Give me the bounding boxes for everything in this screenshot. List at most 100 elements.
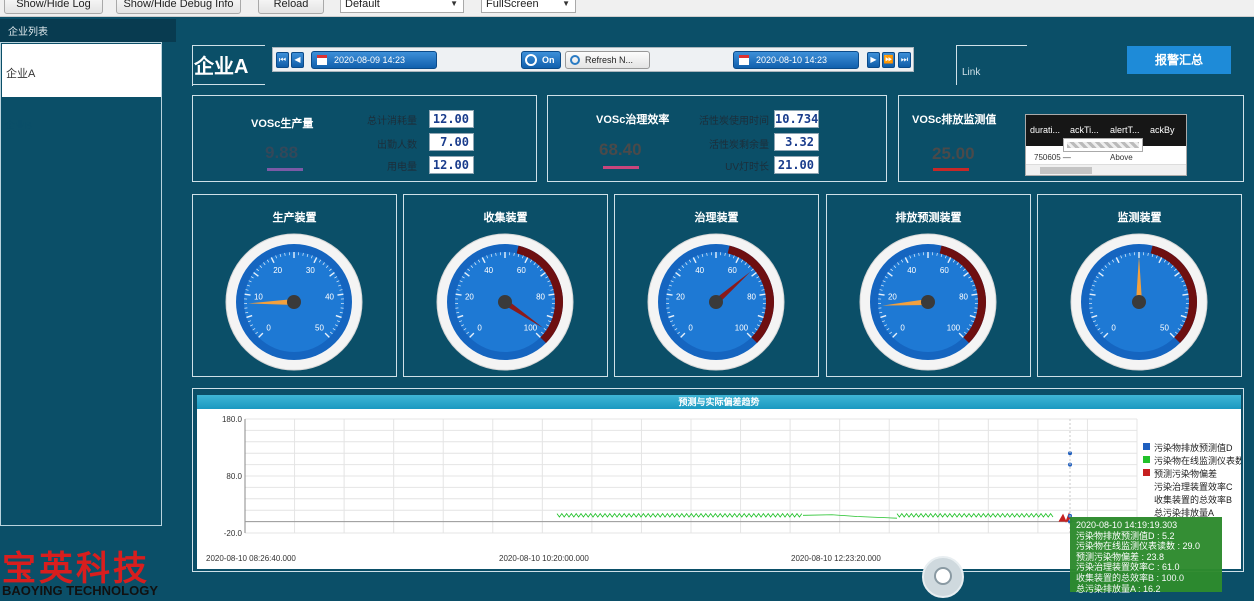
scrollbar-thumb[interactable] — [1040, 167, 1092, 174]
chart-legend: 污染物排放预测值D 污染物在线监测仪表数 预测污染物偏差 污染治理装置效率C 收… — [1142, 441, 1241, 519]
view-select[interactable]: FullScreen ▼ — [481, 0, 576, 13]
tooltip-line: 总污染排放量A : 16.2 — [1076, 583, 1161, 594]
column-header[interactable]: alertT... — [1110, 125, 1140, 135]
legend-swatch — [1143, 469, 1150, 476]
sidebar-item-company-b[interactable]: 企业B — [5, 117, 32, 132]
gauge-panel-treatment: 治理装置 0 20 40 60 80 100 — [614, 194, 819, 377]
gauge-title: 生产装置 — [272, 212, 317, 224]
legend-item[interactable]: 预测污染物偏差 — [1142, 467, 1217, 480]
gauge-tick — [337, 293, 344, 296]
legend-swatch — [1143, 443, 1150, 450]
top-toolbar: Show/Hide Log Show/Hide Debug Info Reloa… — [0, 0, 1254, 17]
table-cell: Above — [1110, 153, 1133, 162]
refresh-icon — [570, 55, 580, 65]
gauge-tick-label: 30 — [306, 266, 315, 275]
table-cell: 750605 — — [1034, 153, 1071, 162]
toggle-label: On — [542, 55, 555, 65]
legend-label: 污染物在线监测仪表数 — [1154, 456, 1241, 466]
kpi-production-panel: VOSc生产量 9.88 总计消耗量 12.00 出勤人数 7.00 用电量 1… — [192, 95, 537, 182]
gauge-tick-label: 80 — [747, 292, 756, 301]
refresh-now-button[interactable]: Refresh N... — [565, 51, 650, 69]
auto-refresh-toggle[interactable]: On — [521, 51, 561, 69]
metric-label: 活性炭使用时间 — [699, 116, 769, 127]
gauge-title: 排放预测装置 — [895, 212, 962, 224]
gauge-tick-label: 20 — [888, 292, 897, 301]
gauge-tick — [455, 293, 462, 296]
chart-plot-area[interactable]: 180.0 80.0 -20.0 2020-08-10 08:26:40.000 202… — [197, 395, 1142, 569]
column-header[interactable]: ackTi... — [1070, 125, 1099, 135]
gauge-tick — [971, 293, 978, 296]
legend-item[interactable]: 收集装置的总效率B — [1142, 493, 1232, 506]
show-hide-debug-button[interactable]: Show/Hide Debug Info — [116, 0, 241, 14]
gauge-hub — [709, 295, 723, 309]
alarm-summary-button[interactable]: 报警汇总 — [1127, 46, 1231, 74]
gauge-hub — [1132, 295, 1146, 309]
gauge-title: 治理装置 — [694, 212, 739, 224]
chart-y-tick-label: 80.0 — [226, 472, 242, 481]
end-time-value: 2020-08-10 14:23 — [756, 55, 828, 65]
legend-label: 预测污染物偏差 — [1154, 469, 1218, 479]
series-line-online-monitor — [896, 512, 1054, 518]
legend-item[interactable]: 污染治理装置效率C — [1142, 480, 1233, 493]
gauge-hub — [287, 295, 301, 309]
gauge-tick-label: 60 — [940, 266, 949, 275]
last-page-icon[interactable]: ⏭ — [898, 52, 911, 68]
gauge-tick-label: 0 — [266, 323, 271, 332]
gauge-title: 收集装置 — [483, 212, 528, 224]
kpi-production-title: VOSc生产量 — [251, 118, 314, 130]
gauge-tick-label: 10 — [254, 292, 263, 301]
legend-item[interactable]: 污染物在线监测仪表数 — [1142, 454, 1241, 467]
gauge-tick-label: 50 — [315, 323, 324, 332]
tooltip-line: 收集装置的总效率B : 100.0 — [1076, 572, 1185, 583]
gauge-production: 0 10 20 30 40 50 — [225, 233, 363, 371]
kpi-treatment-panel: VOSc治理效率 68.40 活性炭使用时间 10.734 活性炭剩余量 3.3… — [547, 95, 887, 182]
gauge-collection: 0 20 40 60 80 100 — [436, 233, 574, 371]
series-line-online-monitor — [802, 514, 898, 519]
gauge-panel-production: 生产装置 0 10 20 30 40 50 — [192, 194, 397, 377]
column-header[interactable]: ackBy — [1150, 125, 1175, 135]
horizontal-scrollbar[interactable] — [1026, 164, 1186, 175]
first-page-icon[interactable]: ⏮ — [276, 52, 289, 68]
view-select-value: FullScreen — [486, 0, 539, 10]
sidebar-item-company-a[interactable]: 企业A — [2, 44, 161, 97]
assistant-avatar-icon[interactable] — [922, 556, 964, 598]
show-hide-log-button[interactable]: Show/Hide Log — [4, 0, 103, 14]
metric-label: 用电量 — [387, 162, 417, 173]
series-line-online-monitor — [556, 512, 803, 518]
gauge-tick-label: 20 — [676, 292, 685, 301]
kpi-emission-title: VOSc排放监测值 — [912, 114, 997, 126]
gauge-title: 监测装置 — [1117, 212, 1162, 224]
tooltip-line: 污染物排放预测值D : 5.2 — [1076, 530, 1175, 541]
chevron-down-icon: ▼ — [562, 0, 570, 8]
fast-forward-icon[interactable]: ⏩ — [882, 52, 895, 68]
gauge-panel-monitoring: 监测装置 0 50 — [1037, 194, 1242, 377]
metric-label: 出勤人数 — [377, 140, 417, 151]
chart-tooltip: 2020-08-10 14:19:19.303 污染物排放预测值D : 5.2 … — [1070, 517, 1222, 594]
gauge-tick — [666, 293, 673, 296]
sidebar: 企业A 企业B — [0, 42, 162, 526]
link-label[interactable]: Link — [962, 67, 980, 78]
kpi-emission-bar — [933, 168, 969, 171]
metric-value: 3.32 — [774, 133, 819, 151]
metric-label: 活性炭剩余量 — [709, 140, 769, 151]
legend-label: 收集装置的总效率B — [1154, 495, 1233, 505]
theme-select[interactable]: Default ▼ — [340, 0, 464, 13]
kpi-production-bar — [267, 168, 303, 171]
column-header[interactable]: durati... — [1030, 125, 1060, 135]
gauge-tick — [1089, 293, 1096, 296]
link-frame — [956, 45, 1027, 85]
start-time-picker[interactable]: 2020-08-09 14:23 — [311, 51, 437, 69]
company-logo: 宝英科技 BAOYING TECHNOLOGY — [0, 535, 176, 601]
kpi-production-value: 9.88 — [265, 143, 299, 162]
gauge-panel-collection: 收集装置 0 20 40 60 80 100 — [403, 194, 608, 377]
refresh-icon — [525, 54, 537, 66]
prev-page-icon[interactable]: ◀ — [291, 52, 304, 68]
legend-item[interactable]: 污染物排放预测值D — [1142, 441, 1233, 454]
gauge-tick — [1182, 293, 1189, 296]
next-page-icon[interactable]: ▶ — [867, 52, 880, 68]
metric-value: 21.00 — [774, 156, 819, 174]
reload-button[interactable]: Reload — [258, 0, 324, 14]
end-time-picker[interactable]: 2020-08-10 14:23 — [733, 51, 859, 69]
kpi-treatment-value: 68.40 — [599, 140, 642, 159]
legend-label: 污染治理装置效率C — [1154, 482, 1233, 492]
